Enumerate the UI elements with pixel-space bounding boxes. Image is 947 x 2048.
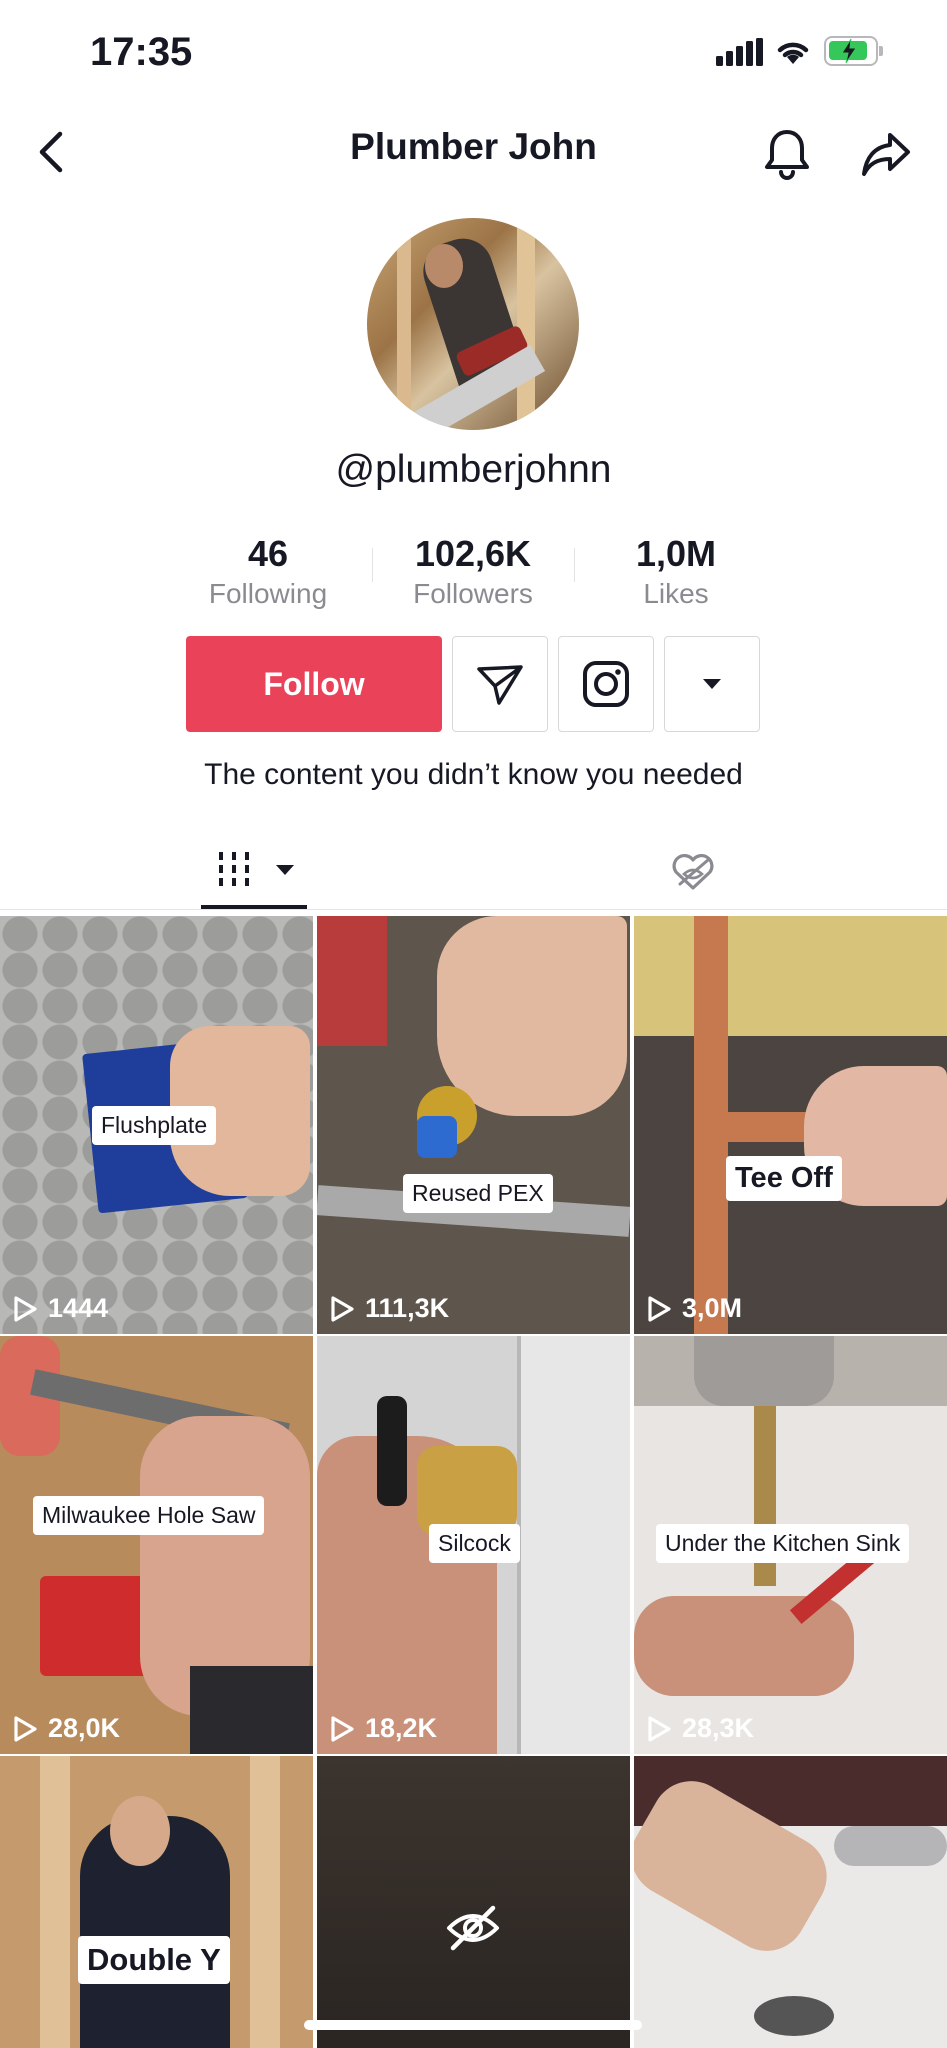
wifi-icon	[777, 42, 809, 64]
followers-label: Followers	[413, 578, 533, 609]
view-count-value: 3,0M	[682, 1293, 743, 1323]
video-thumbnail-1[interactable]: Flushplate 1444	[0, 916, 313, 1334]
video-thumbnail-9[interactable]	[634, 1756, 947, 2048]
home-indicator	[304, 2020, 642, 2030]
stat-likes[interactable]: 1,0M Likes	[576, 532, 776, 612]
video-caption: Under the Kitchen Sink	[656, 1524, 910, 1563]
likes-label: Likes	[643, 578, 709, 609]
video-caption: Milwaukee Hole Saw	[33, 1496, 265, 1535]
view-count: 28,0K	[12, 1713, 120, 1744]
tabs-divider	[0, 909, 947, 910]
video-thumbnail-5[interactable]: Silcock 18,2K	[317, 1336, 630, 1754]
cellular-signal-icon	[716, 38, 763, 66]
grid-videos-icon	[219, 852, 249, 886]
video-thumbnail-2[interactable]: Reused PEX 111,3K	[317, 916, 630, 1334]
video-caption: Flushplate	[92, 1106, 217, 1145]
likes-count: 1,0M	[635, 533, 717, 574]
send-message-icon	[477, 665, 523, 705]
play-icon	[331, 1295, 354, 1322]
dropdown-caret-icon	[703, 679, 721, 689]
play-icon	[648, 1715, 671, 1742]
hidden-content-icon	[447, 1905, 499, 1951]
bell-icon[interactable]	[758, 124, 816, 182]
video-caption: Double Y	[78, 1936, 230, 1984]
view-count-value: 111,3K	[365, 1293, 450, 1323]
instagram-button[interactable]	[558, 636, 654, 732]
video-thumbnail-4[interactable]: Milwaukee Hole Saw 28,0K	[0, 1336, 313, 1754]
followers-count: 102,6K	[414, 533, 532, 574]
video-caption: Silcock	[429, 1524, 520, 1563]
view-count: 18,2K	[329, 1713, 437, 1744]
message-button[interactable]	[452, 636, 548, 732]
play-icon	[331, 1715, 354, 1742]
video-thumbnail-6[interactable]: Under the Kitchen Sink 28,3K	[634, 1336, 947, 1754]
video-caption: Reused PEX	[403, 1174, 553, 1213]
instagram-icon	[583, 661, 629, 707]
following-count: 46	[247, 533, 289, 574]
video-caption: Tee Off	[726, 1156, 842, 1201]
view-count: 1444	[12, 1293, 108, 1324]
view-count: 3,0M	[646, 1293, 742, 1324]
video-thumbnail-7[interactable]: Double Y	[0, 1756, 313, 2048]
status-time: 17:35	[90, 30, 193, 74]
stat-following[interactable]: 46 Following	[168, 532, 368, 612]
view-count: 28,3K	[646, 1713, 754, 1744]
share-icon[interactable]	[858, 126, 914, 182]
more-options-button[interactable]	[664, 636, 760, 732]
view-count-value: 28,3K	[682, 1713, 755, 1743]
video-thumbnail-3[interactable]: Tee Off 3,0M	[634, 916, 947, 1334]
tab-videos[interactable]	[201, 840, 307, 900]
hidden-liked-icon	[672, 854, 714, 890]
battery-icon	[824, 36, 883, 66]
tab-liked[interactable]	[660, 840, 726, 900]
stat-followers[interactable]: 102,6K Followers	[373, 532, 573, 612]
view-count-value: 1444	[48, 1293, 109, 1323]
profile-bio: The content you didn’t know you needed	[204, 758, 743, 791]
play-icon	[648, 1295, 671, 1322]
view-count-value: 18,2K	[365, 1713, 438, 1743]
video-thumbnail-8-hidden[interactable]	[317, 1756, 630, 2048]
view-count: 111,3K	[329, 1293, 449, 1324]
following-label: Following	[208, 578, 328, 609]
chevron-down-icon	[276, 865, 294, 875]
play-icon	[14, 1295, 37, 1322]
play-icon	[14, 1715, 37, 1742]
avatar	[367, 218, 579, 430]
username: @plumberjohnn	[335, 448, 612, 491]
stats-divider	[574, 548, 575, 582]
follow-button[interactable]: Follow	[186, 636, 442, 732]
view-count-value: 28,0K	[48, 1713, 121, 1743]
